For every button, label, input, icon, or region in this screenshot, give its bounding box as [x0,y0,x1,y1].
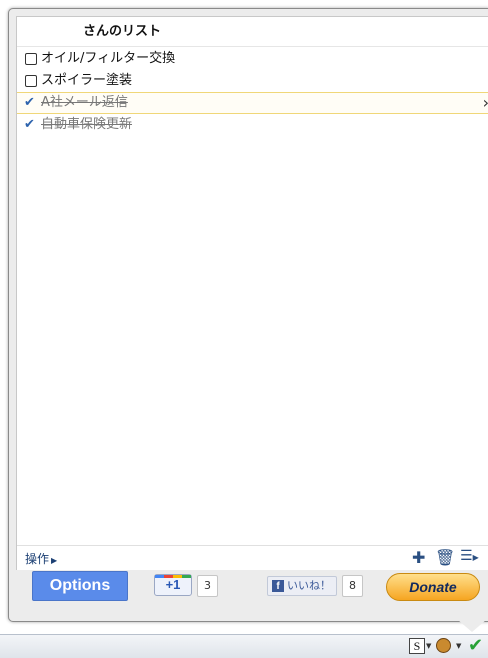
s-icon[interactable]: S [409,638,425,654]
popup-frame: さんのリスト オイル/フィルター交換 スポイラー塗装 ✔ A社メール返信 › ✔… [8,8,488,622]
fb-like-label: いいね！ [287,579,331,592]
task-item[interactable]: スポイラー塗装 [17,70,488,92]
fb-like-count: 8 [342,575,363,597]
google-stripe [155,575,191,578]
facebook-like-button[interactable]: f いいね！ [267,576,337,596]
task-item[interactable]: オイル/フィルター交換 [17,48,488,70]
browser-status-bar: S ▼ ▼ ✔ [0,634,488,658]
list-title: さんのリスト [17,17,488,47]
gplus-count: 3 [197,575,218,597]
checkbox[interactable] [25,75,37,87]
actions-menu[interactable]: 操作 ▶ [25,550,57,567]
checkmark-icon[interactable]: ✔ [24,93,35,113]
triangle-right-icon: ▶ [51,556,58,565]
checkmark-icon[interactable]: ✔ [24,114,35,136]
gplus-label: +1 [165,577,181,592]
task-item[interactable]: ✔ 自動車保険更新 [17,114,488,136]
task-list: オイル/フィルター交換 スポイラー塗装 ✔ A社メール返信 › ✔ 自動車保険更… [17,48,488,136]
list-menu-icon[interactable]: ☰▶ [460,548,479,564]
dropdown-arrow-icon[interactable]: ▼ [456,642,461,650]
list-toolbar: 操作 ▶ ✚ 🗑 ☰▶ [17,545,488,570]
task-label: スポイラー塗装 [41,73,133,88]
monkey-icon[interactable] [436,638,451,653]
donate-button[interactable]: Donate [386,573,480,601]
footer: Options +1 3 f いいね！ 8 Donate [9,570,488,612]
green-check-icon[interactable]: ✔ [468,635,483,656]
actions-label: 操作 [25,552,50,566]
task-label: A社メール返信 [41,95,128,110]
task-label: オイル/フィルター交換 [41,51,176,66]
dropdown-arrow-icon[interactable]: ▼ [426,642,431,650]
task-label: 自動車保険更新 [41,117,133,132]
google-plus-one-button[interactable]: +1 [154,574,192,596]
task-item-selected[interactable]: ✔ A社メール返信 › [17,92,488,114]
plus-icon[interactable]: ✚ [412,548,425,567]
facebook-icon: f [272,580,284,592]
task-list-panel: さんのリスト オイル/フィルター交換 スポイラー塗装 ✔ A社メール返信 › ✔… [16,16,488,570]
checkbox[interactable] [25,53,37,65]
chevron-right-icon[interactable]: › [483,93,488,113]
trash-icon[interactable]: 🗑 [435,548,455,567]
popup-pointer [458,620,486,632]
options-button[interactable]: Options [32,571,128,601]
